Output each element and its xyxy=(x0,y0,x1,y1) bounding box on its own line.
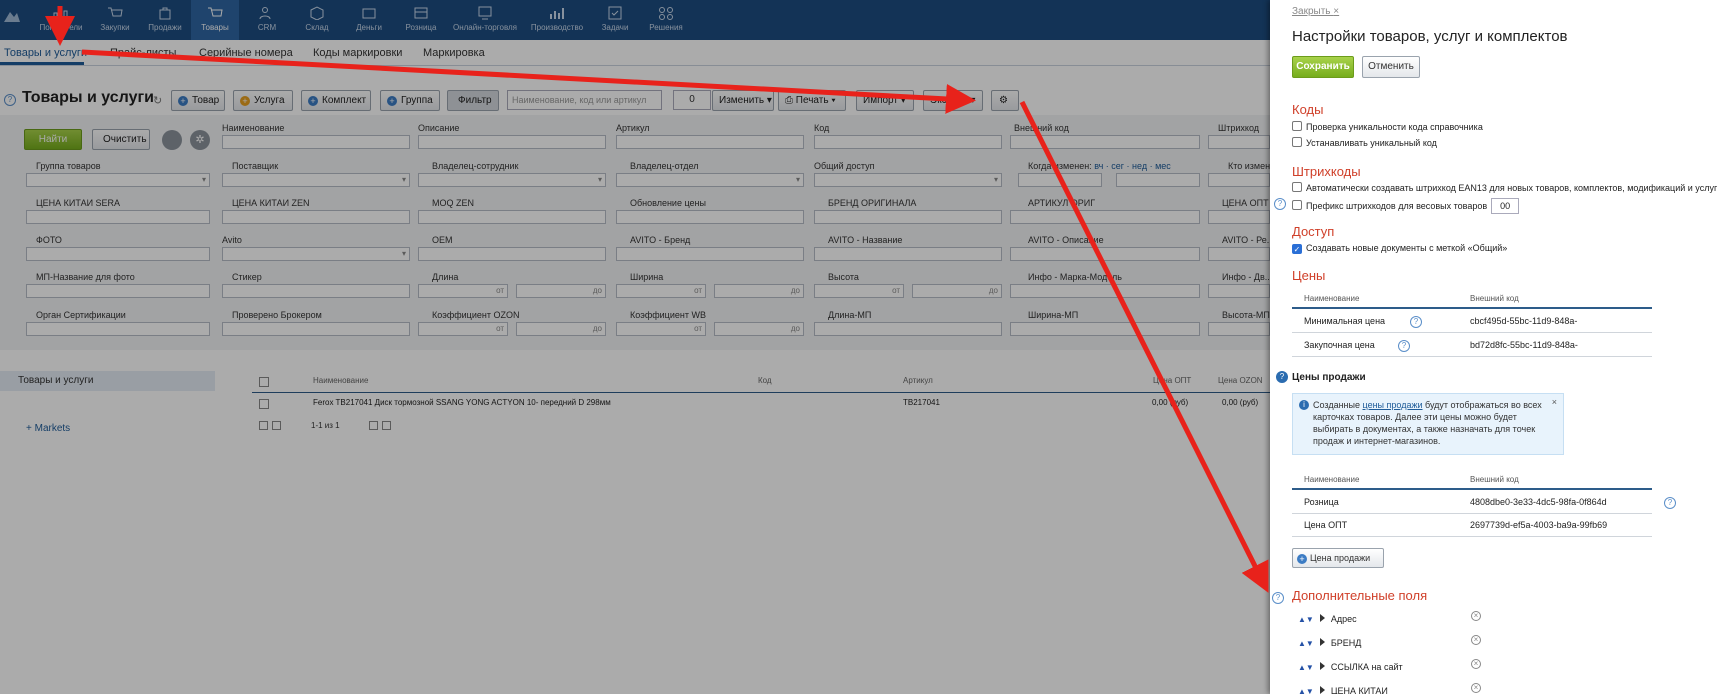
prices-col-name: Наименование xyxy=(1304,294,1360,303)
sort-arrows-icon[interactable]: ▲▼ xyxy=(1298,639,1314,648)
checkbox[interactable] xyxy=(1292,121,1302,131)
table-divider xyxy=(1292,307,1652,309)
sort-arrows-icon[interactable]: ▲▼ xyxy=(1298,615,1314,624)
close-link[interactable]: Закрыть × xyxy=(1292,6,1339,17)
checkbox-label: Устанавливать уникальный код xyxy=(1306,138,1437,148)
row-divider xyxy=(1292,513,1652,514)
expand-icon[interactable] xyxy=(1319,614,1325,622)
field-name: БРЕНД xyxy=(1330,638,1362,648)
help-icon[interactable]: ? xyxy=(1272,592,1284,604)
sale-prices-link[interactable]: цены продажи xyxy=(1363,400,1423,410)
extra-field-row[interactable]: ▲▼ ЦЕНА КИТАИ xyxy=(1298,686,1388,694)
auto-ean-row[interactable]: Автоматически создавать штрихкод EAN13 д… xyxy=(1292,182,1717,193)
close-icon: × xyxy=(1333,6,1340,17)
prices-col-ext: Внешний код xyxy=(1470,294,1519,303)
row-divider xyxy=(1292,536,1652,537)
shared-docs-row[interactable]: ✓ Создавать новые документы с меткой «Общ… xyxy=(1292,243,1507,254)
sale-price-row-name: Цена ОПТ xyxy=(1304,520,1348,530)
remove-icon[interactable]: × xyxy=(1471,683,1481,693)
help-icon[interactable]: ? xyxy=(1410,316,1422,328)
prefix-input[interactable]: 00 xyxy=(1491,198,1520,214)
weight-prefix-row[interactable]: Префикс штрихкодов для весовых товаров 00 xyxy=(1292,198,1520,214)
remove-icon[interactable]: × xyxy=(1471,659,1481,669)
checkbox-label: Создавать новые документы с меткой «Общи… xyxy=(1306,243,1508,253)
row-divider xyxy=(1292,356,1652,357)
checkbox-label: Автоматически создавать штрихкод EAN13 д… xyxy=(1306,183,1718,193)
sale-price-row-code: 2697739d-ef5a-4003-ba9a-99fb69 xyxy=(1470,520,1608,530)
extra-field-row[interactable]: ▲▼ ССЫЛКА на сайт xyxy=(1298,662,1403,672)
save-button[interactable]: Сохранить xyxy=(1292,56,1354,78)
field-name: ЦЕНА КИТАИ xyxy=(1330,686,1388,694)
price-row-code: bd72d8fc-55bc-11d9-848a- xyxy=(1470,340,1578,350)
extra-field-row[interactable]: ▲▼ Адрес xyxy=(1298,614,1357,624)
expand-icon[interactable] xyxy=(1319,638,1325,646)
close-icon[interactable]: × xyxy=(1552,396,1557,408)
plus-icon: + xyxy=(1297,554,1307,564)
section-codes-title: Коды xyxy=(1292,102,1324,117)
checkbox-label: Префикс штрихкодов для весовых товаров xyxy=(1306,201,1488,211)
main-app: Показатели Закупки Продажи Товары CRM Ск… xyxy=(0,0,1270,694)
help-icon[interactable]: ? xyxy=(1398,340,1410,352)
remove-icon[interactable]: × xyxy=(1471,611,1481,621)
extra-field-row[interactable]: ▲▼ БРЕНД xyxy=(1298,638,1361,648)
section-barcodes-title: Штрихкоды xyxy=(1292,164,1361,179)
section-prices-title: Цены xyxy=(1292,268,1326,283)
sale-price-row-code: 4808dbe0-3e33-4dc5-98fa-0f864d xyxy=(1470,497,1607,507)
sale-prices-col-ext: Внешний код xyxy=(1470,475,1519,484)
help-icon[interactable]: ? xyxy=(1276,371,1288,383)
set-unique-code-row[interactable]: Устанавливать уникальный код xyxy=(1292,137,1437,148)
checkbox[interactable] xyxy=(1292,200,1302,210)
table-divider xyxy=(1292,488,1652,490)
cancel-button[interactable]: Отменить xyxy=(1362,56,1420,78)
row-divider xyxy=(1292,332,1652,333)
sale-prices-col-name: Наименование xyxy=(1304,475,1360,484)
field-name: Адрес xyxy=(1330,614,1357,624)
sort-arrows-icon[interactable]: ▲▼ xyxy=(1298,663,1314,672)
close-label: Закрыть xyxy=(1292,6,1331,17)
section-access-title: Доступ xyxy=(1292,224,1335,239)
checkbox[interactable] xyxy=(1292,182,1302,192)
info-text: Созданные xyxy=(1313,400,1363,410)
info-icon: i xyxy=(1299,400,1309,410)
expand-icon[interactable] xyxy=(1319,686,1325,694)
section-extra-fields-title: Дополнительные поля xyxy=(1292,588,1428,603)
field-name: ССЫЛКА на сайт xyxy=(1330,662,1403,672)
sale-price-row-name: Розница xyxy=(1304,497,1339,507)
remove-icon[interactable]: × xyxy=(1471,635,1481,645)
info-box: i Созданные цены продажи будут отображат… xyxy=(1292,393,1564,455)
panel-title: Настройки товаров, услуг и комплектов xyxy=(1292,28,1568,45)
price-row-name: Минимальная цена xyxy=(1304,316,1386,326)
checkbox-checked[interactable]: ✓ xyxy=(1292,244,1302,254)
price-row-code: cbcf495d-55bc-11d9-848a- xyxy=(1470,316,1578,326)
expand-icon[interactable] xyxy=(1319,662,1325,670)
sale-prices-title: Цены продажи xyxy=(1292,372,1366,383)
settings-panel: Закрыть × Настройки товаров, услуг и ком… xyxy=(1270,0,1719,694)
price-row-name: Закупочная цена xyxy=(1304,340,1375,350)
sort-arrows-icon[interactable]: ▲▼ xyxy=(1298,687,1314,694)
checkbox[interactable] xyxy=(1292,137,1302,147)
modal-overlay[interactable] xyxy=(0,0,1270,694)
help-icon[interactable]: ? xyxy=(1274,198,1286,210)
checkbox-label: Проверка уникальности кода справочника xyxy=(1306,122,1483,132)
add-sale-price-button[interactable]: + Цена продажи xyxy=(1292,548,1384,568)
help-icon[interactable]: ? xyxy=(1664,497,1676,509)
button-label: Цена продажи xyxy=(1310,553,1371,563)
unique-code-check-row[interactable]: Проверка уникальности кода справочника xyxy=(1292,121,1483,132)
